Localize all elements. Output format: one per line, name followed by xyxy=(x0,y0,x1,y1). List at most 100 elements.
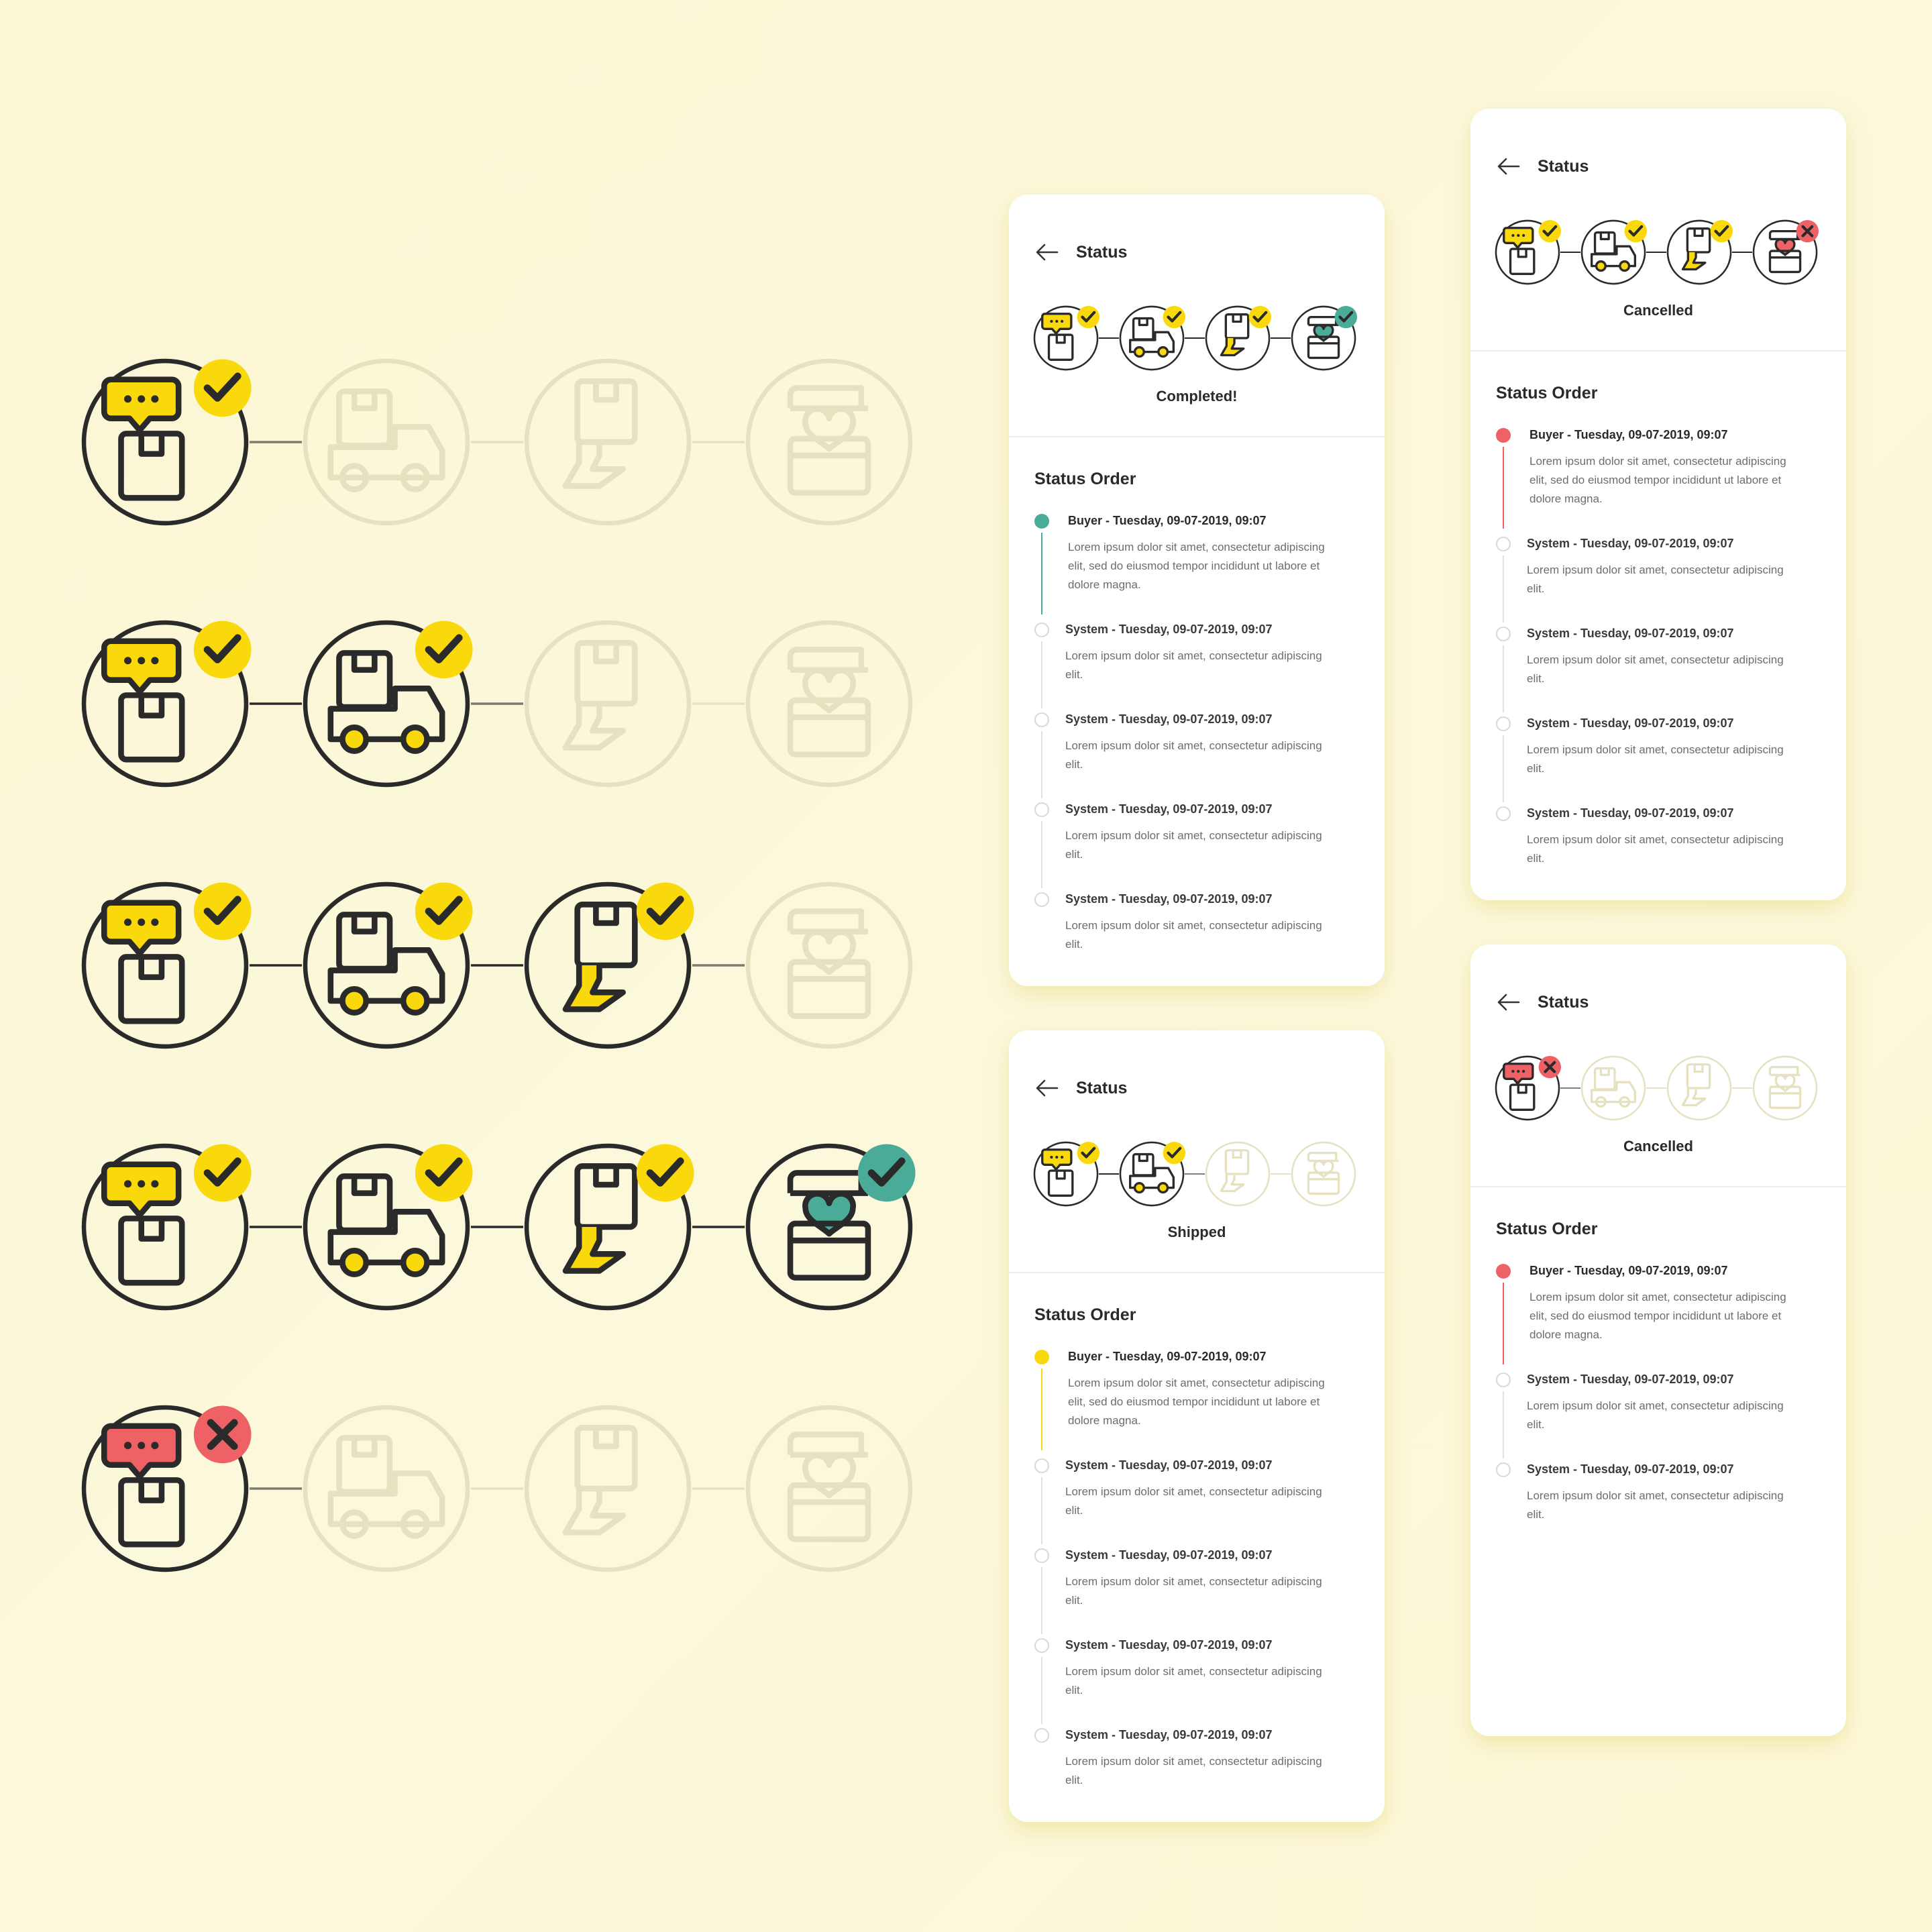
timeline-item-body: Lorem ipsum dolor sit amet, consectetur … xyxy=(1529,455,1786,505)
timeline-item-body: Lorem ipsum dolor sit amet, consectetur … xyxy=(1065,1755,1322,1786)
card-header: Status Completed! xyxy=(1009,195,1385,437)
big-row-svg xyxy=(81,620,913,788)
order-timeline: Buyer - Tuesday, 09-07-2019, 09:07 Lorem … xyxy=(1496,427,1825,895)
delivery-truck-icon xyxy=(1119,1141,1185,1207)
timeline-item: System - Tuesday, 09-07-2019, 09:07 Lorem… xyxy=(1034,1547,1363,1637)
stepper-svg xyxy=(1495,219,1819,285)
timeline-item-title: System - Tuesday, 09-07-2019, 09:07 xyxy=(1065,1728,1273,1741)
timeline-item: System - Tuesday, 09-07-2019, 09:07 Lorem… xyxy=(1034,711,1363,801)
page-title: Status xyxy=(1538,157,1589,176)
hand-package-icon xyxy=(524,620,692,788)
hand-package-icon xyxy=(524,358,692,526)
timeline-line xyxy=(1041,1567,1042,1634)
timeline-item-title: System - Tuesday, 09-07-2019, 09:07 xyxy=(1527,1373,1734,1386)
status-row-completed xyxy=(80,1139,953,1320)
stepper-svg xyxy=(1033,1141,1356,1207)
timeline-dot xyxy=(1034,1638,1049,1653)
timeline-dot xyxy=(1496,1264,1511,1279)
timeline-item: System - Tuesday, 09-07-2019, 09:07 Lorem… xyxy=(1034,1637,1363,1727)
timeline-item-body: Lorem ipsum dolor sit amet, consectetur … xyxy=(1527,743,1784,775)
back-arrow-icon[interactable] xyxy=(1496,157,1520,176)
timeline-dot xyxy=(1496,716,1511,731)
status-stepper xyxy=(1495,1052,1823,1126)
gift-box-icon xyxy=(1752,1055,1818,1121)
timeline-dot xyxy=(1496,1462,1511,1477)
status-row-shipped xyxy=(80,616,953,797)
timeline-dot xyxy=(1034,1728,1049,1743)
timeline-dot xyxy=(1034,514,1049,529)
timeline-dot xyxy=(1496,1373,1511,1387)
order-timeline: Buyer - Tuesday, 09-07-2019, 09:07 Lorem … xyxy=(1034,513,1363,981)
section-title-status-order: Status Order xyxy=(1496,1220,1598,1238)
gift-box-icon xyxy=(745,358,913,526)
timeline-line xyxy=(1041,731,1042,798)
timeline-item: Buyer - Tuesday, 09-07-2019, 09:07 Lorem … xyxy=(1496,427,1825,535)
big-row-svg xyxy=(81,1143,916,1311)
timeline-dot xyxy=(1034,1548,1049,1563)
timeline-item-title: Buyer - Tuesday, 09-07-2019, 09:07 xyxy=(1529,1264,1728,1277)
timeline-dot xyxy=(1496,428,1511,443)
timeline-item-title: System - Tuesday, 09-07-2019, 09:07 xyxy=(1527,806,1734,820)
delivery-truck-icon xyxy=(1119,305,1185,371)
timeline-item-body: Lorem ipsum dolor sit amet, consectetur … xyxy=(1065,1665,1322,1697)
back-arrow-icon[interactable] xyxy=(1496,993,1520,1012)
order-timeline: Buyer - Tuesday, 09-07-2019, 09:07 Lorem … xyxy=(1034,1348,1363,1817)
timeline-item-title: System - Tuesday, 09-07-2019, 09:07 xyxy=(1065,892,1273,906)
gift-box-icon xyxy=(1752,219,1819,285)
timeline-dot xyxy=(1034,623,1049,637)
chat-box-icon xyxy=(1033,305,1099,371)
timeline-item: System - Tuesday, 09-07-2019, 09:07 Lorem… xyxy=(1496,625,1825,715)
hand-package-icon xyxy=(524,881,694,1049)
timeline-item-body: Lorem ipsum dolor sit amet, consectetur … xyxy=(1527,564,1784,595)
timeline-item-title: System - Tuesday, 09-07-2019, 09:07 xyxy=(1527,537,1734,550)
timeline-item-body: Lorem ipsum dolor sit amet, consectetur … xyxy=(1527,653,1784,685)
big-row-svg xyxy=(81,881,913,1049)
timeline-item-title: System - Tuesday, 09-07-2019, 09:07 xyxy=(1527,716,1734,730)
timeline-item-title: System - Tuesday, 09-07-2019, 09:07 xyxy=(1065,802,1273,816)
stepper-svg xyxy=(1033,305,1357,371)
gift-box-icon xyxy=(1291,1141,1356,1207)
gift-box-icon xyxy=(745,1405,913,1572)
hand-package-icon xyxy=(1666,1055,1732,1121)
delivery-truck-icon xyxy=(303,1143,473,1311)
gift-box-icon xyxy=(745,620,913,788)
status-card-cancelled-early: Status Cancelled Status Order Buyer - Tu… xyxy=(1470,945,1846,1736)
timeline-item-body: Lorem ipsum dolor sit amet, consectetur … xyxy=(1527,833,1784,865)
back-arrow-icon[interactable] xyxy=(1034,1079,1059,1097)
timeline-item-title: System - Tuesday, 09-07-2019, 09:07 xyxy=(1065,1548,1273,1562)
timeline-dot xyxy=(1034,892,1049,907)
timeline-dot xyxy=(1496,806,1511,821)
delivery-truck-icon xyxy=(303,881,473,1049)
hand-package-icon xyxy=(1666,219,1733,285)
timeline-item: Buyer - Tuesday, 09-07-2019, 09:07 Lorem … xyxy=(1496,1263,1825,1371)
gift-box-icon xyxy=(745,1143,916,1311)
timeline-item: System - Tuesday, 09-07-2019, 09:07 Lorem… xyxy=(1496,1371,1825,1461)
page-title: Status xyxy=(1076,1079,1128,1097)
timeline-item: Buyer - Tuesday, 09-07-2019, 09:07 Lorem … xyxy=(1034,1348,1363,1457)
timeline-item-body: Lorem ipsum dolor sit amet, consectetur … xyxy=(1068,1377,1325,1427)
status-stepper xyxy=(1033,302,1362,376)
status-row-cancelled xyxy=(80,1401,953,1582)
timeline-line xyxy=(1503,555,1504,623)
status-stepper xyxy=(1495,216,1823,290)
timeline-item-title: System - Tuesday, 09-07-2019, 09:07 xyxy=(1065,1458,1273,1472)
timeline-item-body: Lorem ipsum dolor sit amet, consectetur … xyxy=(1065,739,1322,771)
timeline-dot xyxy=(1034,1350,1049,1364)
timeline-item: System - Tuesday, 09-07-2019, 09:07 Lorem… xyxy=(1034,1727,1363,1817)
timeline-line xyxy=(1041,533,1042,614)
section-title-status-order: Status Order xyxy=(1034,1305,1136,1324)
timeline-item-body: Lorem ipsum dolor sit amet, consectetur … xyxy=(1068,541,1325,591)
stepper-svg xyxy=(1495,1055,1818,1121)
order-timeline: Buyer - Tuesday, 09-07-2019, 09:07 Lorem … xyxy=(1496,1263,1825,1551)
status-row-ordered xyxy=(80,354,953,535)
timeline-item-title: System - Tuesday, 09-07-2019, 09:07 xyxy=(1527,1462,1734,1476)
chat-box-icon xyxy=(81,620,252,788)
delivery-truck-icon xyxy=(303,1405,470,1572)
status-card-completed: Status Completed! Status Order Buyer - T… xyxy=(1009,195,1385,986)
back-arrow-icon[interactable] xyxy=(1034,243,1059,262)
page-title: Status xyxy=(1076,243,1128,262)
timeline-item: System - Tuesday, 09-07-2019, 09:07 Lorem… xyxy=(1034,621,1363,711)
timeline-dot xyxy=(1034,802,1049,817)
chat-box-icon xyxy=(81,1405,252,1572)
status-state-label: Shipped xyxy=(1167,1224,1226,1240)
